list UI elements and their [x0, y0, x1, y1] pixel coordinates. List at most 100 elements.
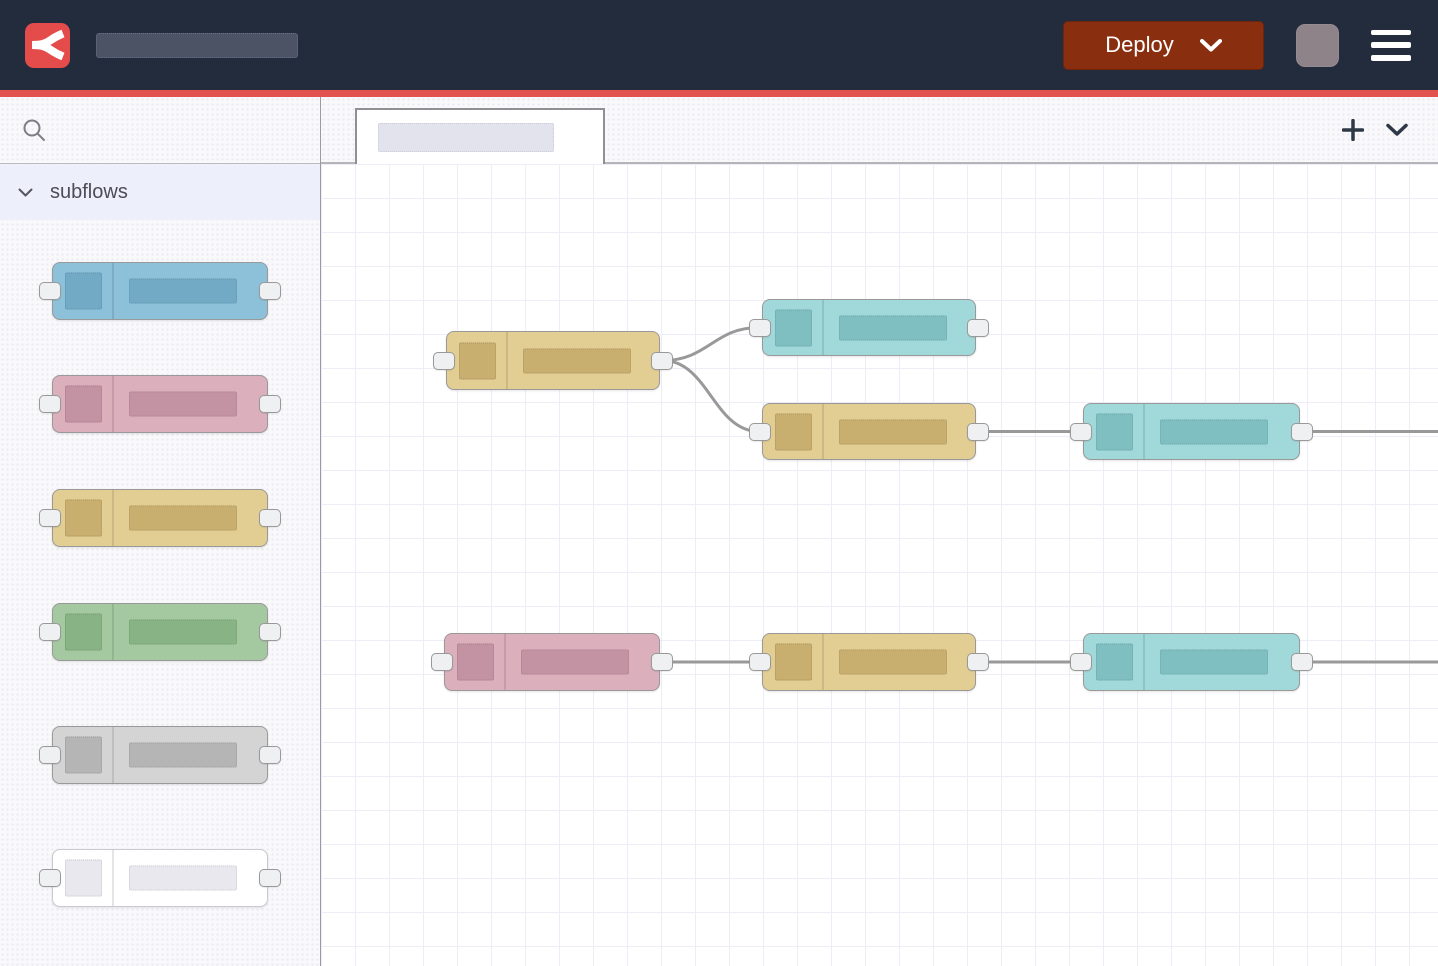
palette-search[interactable] [0, 97, 320, 164]
node-divider [822, 300, 824, 355]
node-label-placeholder [129, 279, 237, 304]
node-port-input[interactable] [1070, 653, 1092, 671]
node-label-placeholder [129, 506, 237, 531]
palette-sidebar: subflows [0, 97, 321, 966]
node-divider [112, 490, 114, 546]
node-label-placeholder [129, 620, 237, 645]
header-actions: Deploy [1063, 21, 1411, 70]
app-logo[interactable] [25, 23, 70, 68]
node-icon-placeholder [775, 644, 812, 681]
node-port-input[interactable] [1070, 423, 1092, 441]
workspace-tabbar [321, 97, 1438, 164]
node-divider [112, 727, 114, 783]
node-icon-placeholder [65, 860, 102, 897]
menu-bar [1371, 55, 1411, 61]
flow-node-yellow[interactable] [762, 633, 976, 691]
node-port-output [259, 746, 281, 764]
node-port-output[interactable] [967, 423, 989, 441]
palette-node-pink[interactable] [52, 375, 268, 433]
plus-icon [1342, 119, 1364, 141]
node-port-output[interactable] [1291, 423, 1313, 441]
palette-node-blue[interactable] [52, 262, 268, 320]
flow-node-pink[interactable] [444, 633, 660, 691]
node-port-output [259, 509, 281, 527]
node-port-input [39, 282, 61, 300]
node-divider [822, 634, 824, 690]
node-label-placeholder [1160, 419, 1268, 444]
search-icon [22, 118, 47, 143]
node-icon-placeholder [65, 273, 102, 310]
deploy-button-label: Deploy [1105, 32, 1173, 58]
palette-node-yellow[interactable] [52, 489, 268, 547]
chevron-down-icon [1386, 123, 1408, 136]
node-divider [112, 850, 114, 906]
node-label-placeholder [523, 348, 631, 373]
flow-tab[interactable] [355, 108, 605, 164]
node-label-placeholder [521, 650, 629, 675]
chevron-down-icon[interactable] [1200, 39, 1222, 52]
chevron-down-icon [18, 188, 33, 197]
node-port-input [39, 746, 61, 764]
node-port-input[interactable] [431, 653, 453, 671]
palette-node-green[interactable] [52, 603, 268, 661]
flow-node-yellow[interactable] [762, 403, 976, 460]
node-icon-placeholder [457, 644, 494, 681]
node-divider [822, 404, 824, 459]
node-icon-placeholder [1096, 413, 1133, 450]
node-port-input[interactable] [749, 653, 771, 671]
node-icon-placeholder [65, 737, 102, 774]
menu-bar [1371, 42, 1411, 48]
node-label-placeholder [129, 866, 237, 891]
node-icon-placeholder [65, 614, 102, 651]
wire[interactable] [663, 361, 759, 432]
flow-list-button[interactable] [1386, 123, 1408, 136]
flow-canvas[interactable] [321, 164, 1438, 966]
deploy-button[interactable]: Deploy [1063, 21, 1264, 70]
node-label-placeholder [129, 392, 237, 417]
node-divider [504, 634, 506, 690]
node-port-output [259, 395, 281, 413]
node-port-input [39, 869, 61, 887]
node-port-input[interactable] [749, 319, 771, 337]
node-divider [112, 604, 114, 660]
node-port-output[interactable] [967, 653, 989, 671]
node-divider [506, 332, 508, 389]
palette-node-white[interactable] [52, 849, 268, 907]
node-port-output[interactable] [1291, 653, 1313, 671]
wire-layer [321, 164, 1438, 966]
palette-node-list [0, 220, 320, 966]
palette-section-subflows[interactable]: subflows [0, 164, 320, 220]
node-port-output [259, 282, 281, 300]
wire[interactable] [663, 328, 759, 361]
flow-node-cyan[interactable] [1083, 403, 1300, 460]
node-port-output[interactable] [967, 319, 989, 337]
node-icon-placeholder [65, 500, 102, 537]
menu-icon[interactable] [1371, 30, 1411, 61]
node-label-placeholder [839, 650, 947, 675]
node-divider [112, 263, 114, 319]
node-port-input[interactable] [749, 423, 771, 441]
add-flow-button[interactable] [1342, 119, 1364, 141]
node-divider [1143, 634, 1145, 690]
node-red-editor: { "header": { "deploy_label": "Deploy", … [0, 0, 1438, 966]
palette-node-gray[interactable] [52, 726, 268, 784]
node-port-input [39, 509, 61, 527]
node-label-placeholder [839, 419, 947, 444]
flow-node-cyan[interactable] [1083, 633, 1300, 691]
flow-tab-label-placeholder [378, 123, 554, 152]
node-port-output[interactable] [651, 352, 673, 370]
palette-section-label: subflows [50, 181, 128, 204]
node-label-placeholder [1160, 650, 1268, 675]
flow-node-yellow[interactable] [446, 331, 660, 390]
node-icon-placeholder [65, 386, 102, 423]
node-label-placeholder [129, 743, 237, 768]
node-icon-placeholder [775, 309, 812, 346]
node-port-input [39, 623, 61, 641]
user-avatar[interactable] [1296, 24, 1339, 67]
node-red-logo-icon [31, 27, 65, 63]
flow-node-cyan[interactable] [762, 299, 976, 356]
node-port-output[interactable] [651, 653, 673, 671]
node-port-input [39, 395, 61, 413]
header-title-placeholder [96, 33, 298, 58]
node-port-input[interactable] [433, 352, 455, 370]
